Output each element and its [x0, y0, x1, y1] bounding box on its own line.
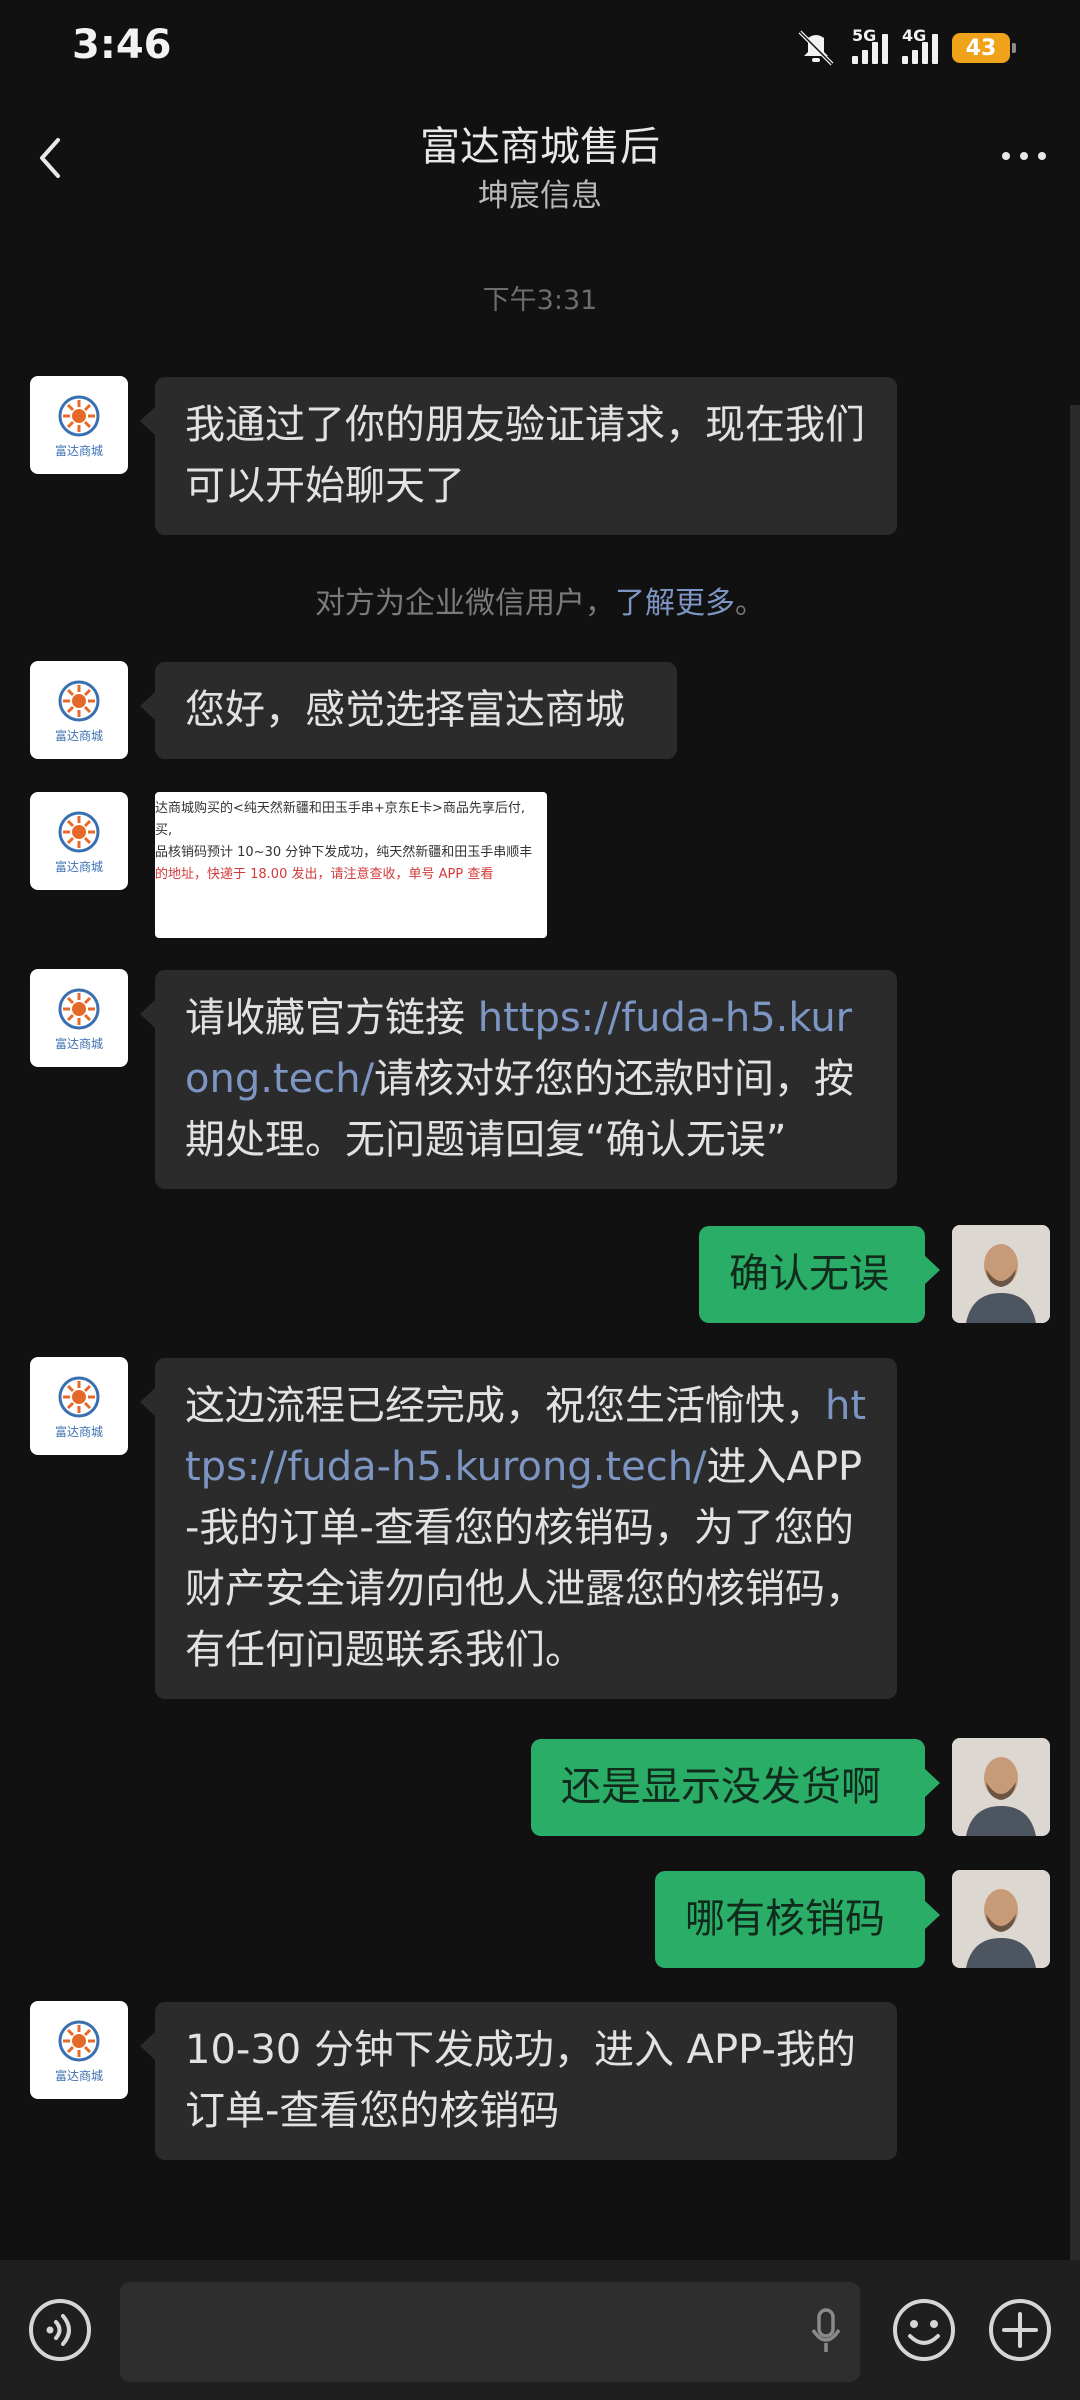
store-logo-text: 富达商城 [54, 860, 103, 874]
outgoing-message[interactable]: 还是显示没发货啊 [531, 1739, 940, 1836]
status-icons: 5G 4G 43 [794, 26, 1016, 68]
message-text: 这边流程已经完成，祝您生活愉快， [185, 1383, 825, 1429]
message-text: 确认无误 [729, 1251, 889, 1297]
signal-4g-icon: 4G [902, 26, 938, 64]
add-more-icon[interactable] [988, 2298, 1052, 2362]
message-text: 您好，感觉选择富达商城 [185, 687, 625, 733]
image-text-line: 品核销码预计 10~30 分钟下发成功，纯天然新疆和田玉手串顺丰 [155, 845, 533, 860]
store-logo-icon [58, 811, 100, 853]
incoming-message[interactable]: 10-30 分钟下发成功，进入 APP-我的订单-查看您的核销码 [140, 2002, 897, 2160]
incoming-message[interactable]: 我通过了你的朋友验证请求，现在我们可以开始聊天了 [140, 377, 897, 535]
my-avatar[interactable] [952, 1738, 1050, 1836]
store-logo-icon [58, 680, 100, 722]
incoming-message[interactable]: 请收藏官方链接 https://fuda-h5.kurong.tech/请核对好… [140, 970, 897, 1189]
store-avatar[interactable]: 富达商城 [30, 792, 128, 890]
input-bar [0, 2260, 1080, 2400]
store-avatar[interactable]: 富达商城 [30, 1357, 128, 1455]
chat-title: 富达商城售后 [420, 124, 660, 170]
store-logo-icon [58, 988, 100, 1030]
store-avatar[interactable]: 富达商城 [30, 376, 128, 474]
outgoing-message[interactable]: 哪有核销码 [655, 1871, 940, 1968]
image-text-line: 达商城购买的<纯天然新疆和田玉手串+京东E卡>商品先享后付, [155, 801, 526, 816]
battery-icon: 43 [952, 33, 1016, 63]
outgoing-message[interactable]: 确认无误 [699, 1226, 940, 1323]
image-text-line: 买, [155, 823, 173, 838]
store-logo-text: 富达商城 [54, 444, 103, 458]
message-text: 我通过了你的朋友验证请求，现在我们可以开始聊天了 [185, 402, 865, 509]
image-message[interactable]: 达商城购买的<纯天然新疆和田玉手串+京东E卡>商品先享后付, 买, 品核销码预计… [155, 792, 547, 938]
user-avatar-icon [952, 1225, 1050, 1323]
store-logo-icon [58, 1376, 100, 1418]
system-end: 。 [735, 586, 765, 621]
store-logo-text: 富达商城 [54, 1037, 103, 1051]
user-avatar-icon [952, 1870, 1050, 1968]
my-avatar[interactable] [952, 1225, 1050, 1323]
scrollbar[interactable] [1070, 405, 1080, 2260]
message-text: 还是显示没发货啊 [561, 1764, 881, 1810]
message-text: 10-30 分钟下发成功，进入 APP-我的订单-查看您的核销码 [185, 2027, 856, 2134]
signal-5g-icon: 5G [852, 26, 888, 64]
incoming-message[interactable]: 这边流程已经完成，祝您生活愉快，https://fuda-h5.kurong.t… [140, 1358, 897, 1699]
chat-header: 富达商城售后 坤宸信息 [0, 100, 1080, 220]
message-text: 哪有核销码 [685, 1896, 885, 1942]
mute-vibrate-icon [798, 30, 834, 66]
more-options-icon[interactable] [1002, 152, 1046, 160]
store-logo-icon [58, 2020, 100, 2062]
emoji-icon[interactable] [892, 2298, 956, 2362]
status-bar: 3:46 5G 4G 43 [0, 0, 1080, 100]
message-text: 请收藏官方链接 [185, 995, 478, 1041]
incoming-message[interactable]: 您好，感觉选择富达商城 [140, 662, 677, 759]
store-avatar[interactable]: 富达商城 [30, 969, 128, 1067]
learn-more-link[interactable]: 了解更多 [615, 586, 735, 621]
clock: 3:46 [72, 22, 172, 68]
chat-subtitle: 坤宸信息 [478, 178, 602, 214]
message-input[interactable] [120, 2282, 860, 2382]
store-logo-text: 富达商城 [54, 729, 103, 743]
store-logo-text: 富达商城 [54, 1425, 103, 1439]
store-logo-icon [58, 395, 100, 437]
message-timestamp: 下午3:31 [482, 285, 598, 316]
image-text-line: 的地址，快递于 18.00 发出，请注意查收，单号 APP 查看 [155, 867, 494, 882]
microphone-icon[interactable] [810, 2308, 842, 2356]
system-notice: 对方为企业微信用户，了解更多。 [0, 578, 1080, 622]
store-logo-text: 富达商城 [54, 2069, 103, 2083]
system-text: 对方为企业微信用户， [315, 586, 615, 621]
store-avatar[interactable]: 富达商城 [30, 661, 128, 759]
my-avatar[interactable] [952, 1870, 1050, 1968]
voice-input-icon[interactable] [28, 2298, 92, 2362]
user-avatar-icon [952, 1738, 1050, 1836]
store-avatar[interactable]: 富达商城 [30, 2001, 128, 2099]
